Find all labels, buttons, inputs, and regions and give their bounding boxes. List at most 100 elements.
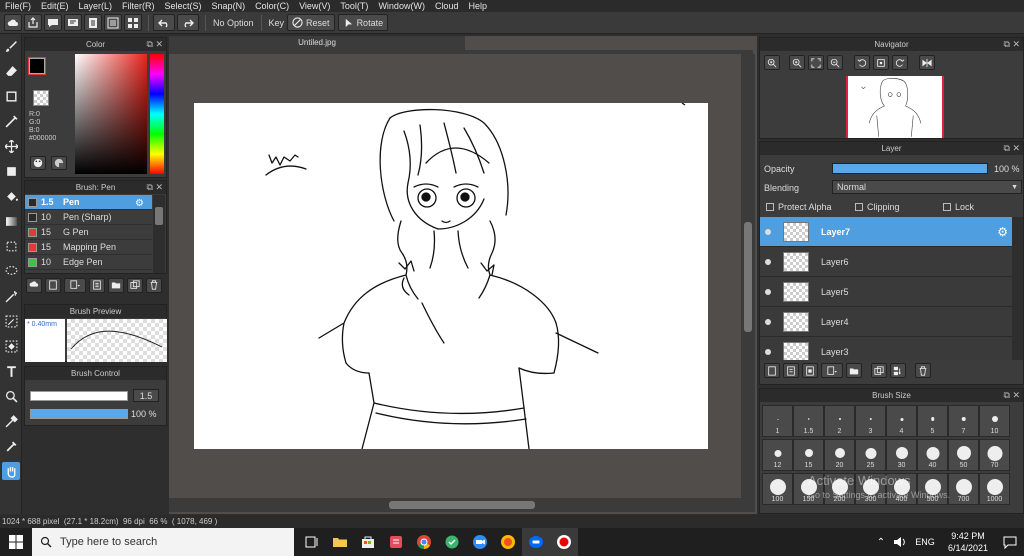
page-button[interactable] (84, 14, 102, 31)
layer-folder-button[interactable] (846, 363, 862, 378)
brush-folder-button[interactable] (108, 277, 124, 293)
fit-button[interactable] (808, 55, 824, 70)
brush-item-pen-sharp[interactable]: 10 Pen (Sharp) (25, 210, 152, 225)
comment-button[interactable] (44, 14, 62, 31)
canvas-vscroll-thumb[interactable] (744, 222, 752, 332)
reset-button[interactable]: Reset (287, 14, 335, 31)
new-1bit-layer-button[interactable] (802, 363, 818, 378)
undo-button[interactable] (153, 14, 175, 31)
export-button[interactable] (24, 14, 42, 31)
cloud-button[interactable] (4, 14, 22, 31)
menu-cloud[interactable]: Cloud (430, 0, 464, 12)
eraser-tool[interactable] (2, 62, 20, 80)
menu-window[interactable]: Window(W) (373, 0, 430, 12)
rect-tool[interactable] (2, 87, 20, 105)
brush-duplicate-button[interactable] (127, 277, 143, 293)
blending-select[interactable]: Normal ▼ (832, 180, 1022, 194)
color-saturation-picker[interactable] (75, 54, 147, 174)
delete-layer-button[interactable] (915, 363, 931, 378)
brush-size-option[interactable]: 2 (824, 405, 855, 437)
list-button[interactable] (104, 14, 122, 31)
text-tool[interactable] (2, 362, 20, 380)
app-pinned-2-button[interactable] (438, 528, 466, 556)
eyedropper-tool[interactable] (2, 437, 20, 455)
app-pinned-1-button[interactable] (382, 528, 410, 556)
brush-properties-button[interactable] (89, 277, 105, 293)
language-indicator[interactable]: ENG (910, 537, 940, 547)
brush-settings-gear-icon[interactable]: ⚙ (135, 198, 144, 209)
brush-size-option[interactable]: 1000 (979, 473, 1010, 505)
message-button[interactable] (64, 14, 82, 31)
brush-opacity-slider[interactable] (30, 409, 128, 419)
clipping-checkbox[interactable]: Clipping (855, 202, 900, 212)
canvas-workspace[interactable]: Untiled.jpg (169, 36, 757, 514)
chrome-button[interactable] (410, 528, 438, 556)
start-button[interactable] (0, 528, 32, 556)
brush-item-pen[interactable]: 1.5 Pen (25, 195, 152, 210)
visibility-icon[interactable] (765, 288, 771, 295)
zoom-in-button[interactable] (764, 55, 780, 70)
brush-size-option[interactable]: 10 (979, 405, 1010, 437)
move-tool[interactable] (2, 137, 20, 155)
panel-controls[interactable]: ⧉ ✕ (1004, 142, 1020, 155)
menu-select[interactable]: Select(S) (160, 0, 207, 12)
gradient-tool[interactable] (2, 212, 20, 230)
menu-color[interactable]: Color(C) (250, 0, 294, 12)
visibility-icon[interactable] (765, 348, 771, 355)
brush-size-option[interactable]: 500 (917, 473, 948, 505)
task-view-button[interactable] (298, 528, 326, 556)
brush-size-value[interactable]: 1.5 (133, 389, 159, 402)
brush-size-slider[interactable] (30, 391, 128, 401)
menu-help[interactable]: Help (463, 0, 492, 12)
select-rect-tool[interactable] (2, 237, 20, 255)
rotate-right-button[interactable] (892, 55, 908, 70)
canvas-hscroll-thumb[interactable] (389, 501, 535, 509)
bucket-tool[interactable] (2, 187, 20, 205)
brush-size-option[interactable]: 12 (762, 439, 793, 471)
grid-button[interactable] (124, 14, 142, 31)
add-layer-dropdown-button[interactable] (821, 363, 843, 378)
taskbar-clock[interactable]: 9:42 PM 6/14/2021 (940, 530, 996, 554)
brush-cloud-button[interactable] (26, 277, 42, 293)
brush-size-option[interactable]: 3 (855, 405, 886, 437)
brush-tool[interactable] (2, 37, 20, 55)
menu-file[interactable]: File(F) (0, 0, 36, 12)
zalo-button[interactable] (522, 528, 550, 556)
brush-size-option[interactable]: 20 (824, 439, 855, 471)
navigator-thumbnail[interactable] (846, 76, 944, 138)
brush-item-edge-pen[interactable]: 10 Edge Pen (25, 255, 152, 270)
panel-controls[interactable]: ⧉ ✕ (1004, 389, 1020, 402)
panel-controls[interactable]: ⧉ ✕ (147, 181, 163, 194)
taskbar-search-box[interactable]: Type here to search (32, 528, 294, 556)
layer-item-layer3[interactable]: Layer3 (760, 337, 1012, 360)
hue-slider[interactable] (150, 54, 164, 174)
brush-size-option[interactable]: 7 (948, 405, 979, 437)
brush-size-option[interactable]: 15 (793, 439, 824, 471)
brush-size-option[interactable]: 40 (917, 439, 948, 471)
medibang-taskbar-button[interactable] (550, 528, 578, 556)
rotate-button[interactable]: Rotate (337, 14, 389, 31)
lasso-tool[interactable] (2, 262, 20, 280)
brush-list-scrollbar[interactable] (153, 195, 165, 273)
store-button[interactable] (354, 528, 382, 556)
chevron-up-icon[interactable]: ⌃ (872, 528, 890, 556)
select-eraser-tool[interactable] (2, 337, 20, 355)
panel-controls[interactable]: ⧉ ✕ (147, 38, 163, 51)
volume-button[interactable] (890, 528, 910, 556)
layer-item-layer4[interactable]: Layer4 (760, 307, 1012, 337)
reset-view-button[interactable] (873, 55, 889, 70)
zoom-out-button[interactable] (827, 55, 843, 70)
menu-edit[interactable]: Edit(E) (36, 0, 74, 12)
menu-view[interactable]: View(V) (294, 0, 335, 12)
color-history-button[interactable] (51, 156, 67, 170)
operation-tool[interactable] (2, 387, 20, 405)
brush-size-option[interactable]: 1 (762, 405, 793, 437)
layer-list-scrollbar[interactable] (1012, 217, 1023, 360)
magic-wand-tool[interactable] (2, 287, 20, 305)
fill-rect-tool[interactable] (2, 162, 20, 180)
hand-tool[interactable] (2, 462, 20, 480)
duplicate-layer-button[interactable] (871, 363, 887, 378)
brush-size-option[interactable]: 4 (886, 405, 917, 437)
file-explorer-button[interactable] (326, 528, 354, 556)
layer-item-layer7[interactable]: Layer7 ⚙ (760, 217, 1012, 247)
